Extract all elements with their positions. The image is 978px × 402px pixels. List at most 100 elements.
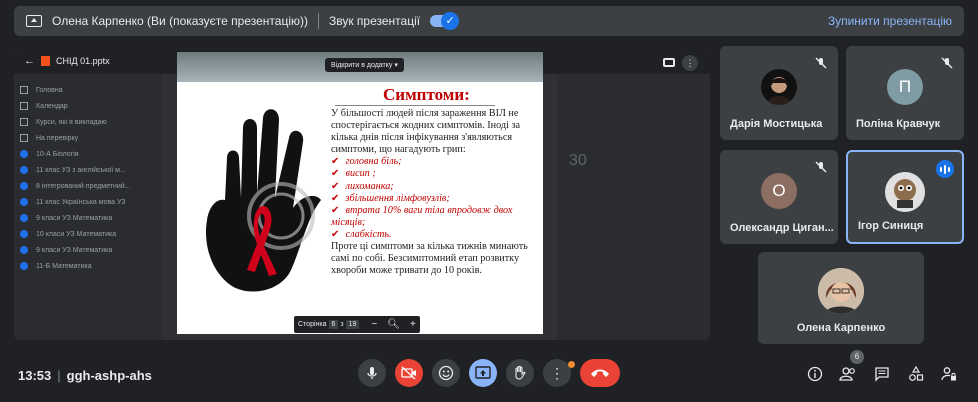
mic-off-icon	[815, 57, 827, 69]
avatar	[761, 69, 797, 106]
avatar-initial: П	[887, 69, 923, 106]
classroom-nav-label: Календар	[36, 102, 68, 110]
classroom-nav-item[interactable]: 8 інтегрований предметний...	[20, 178, 156, 194]
classroom-nav-label: Курси, які я викладаю	[36, 118, 107, 126]
open-with-label: Відкрити в додатку	[331, 62, 393, 69]
classroom-nav-item[interactable]: 11 клас Українська мова УЗ	[20, 194, 156, 210]
camera-off-button[interactable]	[395, 359, 423, 387]
classroom-nav-label: 10-А Біологія	[36, 150, 79, 158]
divider: |	[57, 368, 61, 383]
class-icon	[20, 214, 28, 222]
present-now-button[interactable]	[469, 359, 497, 387]
zoom-out-button[interactable]: −	[371, 319, 377, 330]
class-icon	[20, 262, 28, 270]
activities-button[interactable]	[907, 365, 925, 382]
classroom-nav-item[interactable]: Календар	[20, 98, 156, 114]
class-icon	[20, 182, 28, 190]
symptom-item: ✔ втрата 10% ваги тіла впродовж двох міся…	[331, 205, 531, 229]
classroom-nav-item[interactable]: 10-А Біологія	[20, 146, 156, 162]
check-icon: ✓	[441, 12, 460, 30]
back-arrow-icon[interactable]: ←	[24, 55, 35, 67]
symptom-text: втрата 10% ваги тіла впродовж двох місяц…	[331, 204, 513, 228]
camera-off-icon	[401, 366, 416, 380]
symptom-item: ✔ головна біль;	[331, 156, 531, 168]
symptom-text: збільшення лімфовузлів;	[345, 192, 450, 204]
presentation-sound-label: Звук презентації	[328, 14, 421, 28]
page-total: 19	[345, 320, 360, 329]
more-options-button[interactable]: ⋮	[543, 359, 571, 387]
calendar-icon	[20, 102, 28, 110]
participant-tile-active-speaker[interactable]: Ігор Синиця	[846, 150, 964, 244]
class-icon	[20, 246, 28, 254]
classroom-nav-label: 11 клас Українська мова УЗ	[36, 198, 126, 206]
symptom-text: слабкість.	[345, 228, 392, 240]
avatar-initial: О	[761, 173, 797, 210]
checkmark-icon: ✔	[331, 180, 340, 192]
classroom-nav-label: 9 класи УЗ Математика	[36, 246, 113, 254]
more-options-icon[interactable]: ⋮	[682, 55, 698, 71]
classroom-nav-item[interactable]: 11-Б Математика	[20, 258, 156, 274]
raise-hand-button[interactable]	[506, 359, 534, 387]
slide-title: Симптоми:	[383, 85, 470, 104]
divider	[317, 13, 319, 29]
speaking-indicator-icon	[936, 160, 954, 178]
people-button[interactable]	[839, 366, 857, 382]
participant-name: Олександр Циган...	[730, 222, 834, 234]
presenting-bar: Олена Карпенко (Ви (показуєте презентаці…	[14, 6, 964, 36]
zoom-in-button[interactable]: +	[410, 319, 416, 330]
page-separator: з	[340, 321, 344, 328]
presentation-sound-toggle[interactable]: ✓	[430, 12, 460, 30]
classroom-nav-item[interactable]: 11 клас УЗ з англійської м...	[20, 162, 156, 178]
mic-off-icon	[941, 57, 953, 69]
classroom-nav-item[interactable]: На перевірку	[20, 130, 156, 146]
classroom-nav-label: Головна	[36, 86, 63, 94]
classroom-nav-item[interactable]: 10 класи УЗ Математика	[20, 226, 156, 242]
page-label: Сторінка	[298, 321, 327, 328]
checkmark-icon: ✔	[331, 156, 340, 168]
call-end-icon	[591, 369, 609, 377]
more-vert-icon: ⋮	[550, 364, 564, 381]
symptom-text: висип ;	[345, 168, 376, 180]
meeting-details-button[interactable]	[806, 366, 824, 382]
microphone-button[interactable]	[358, 359, 386, 387]
chat-button[interactable]	[873, 366, 891, 382]
reactions-button[interactable]	[432, 359, 460, 387]
open-with-button[interactable]: Відкрити в додатку ▾	[325, 58, 404, 72]
file-name: СНІД 01.pptx	[56, 56, 110, 66]
chat-icon	[875, 367, 889, 382]
meeting-info: 13:53 | ggh-ashp-ahs	[18, 368, 152, 383]
hand-print-image	[205, 109, 321, 292]
present-screen-icon	[475, 366, 491, 379]
zoom-search-icon[interactable]: 🔍︎	[387, 319, 400, 330]
people-count-badge: 6	[850, 350, 864, 364]
info-icon	[807, 366, 823, 382]
participant-tile[interactable]: Дарія Мостицька	[720, 46, 838, 140]
participant-name: Ігор Синиця	[858, 220, 924, 232]
classroom-nav-item[interactable]: 9 класи УЗ Математика	[20, 242, 156, 258]
classroom-nav-label: 11-Б Математика	[36, 262, 92, 270]
lock-person-icon	[941, 367, 956, 381]
activities-icon	[909, 365, 924, 381]
class-icon	[20, 166, 28, 174]
host-controls-button[interactable]	[940, 366, 958, 382]
people-icon	[839, 367, 855, 381]
symptom-item: ✔ лихоманка;	[331, 181, 531, 193]
participant-tile[interactable]: П Поліна Кравчук	[846, 46, 964, 140]
slides-file-icon	[41, 56, 50, 66]
print-icon[interactable]	[663, 58, 675, 67]
checkmark-icon: ✔	[331, 168, 340, 180]
classroom-nav-item[interactable]: Курси, які я викладаю	[20, 114, 156, 130]
hand-icon	[515, 365, 526, 380]
participant-tile-self[interactable]: Олена Карпенко	[758, 252, 924, 344]
leave-call-button[interactable]	[580, 359, 620, 387]
meeting-time: 13:53	[18, 368, 52, 383]
meeting-controls-bar: 13:53 | ggh-ashp-ahs ⋮ 6	[0, 350, 978, 402]
page-current-input[interactable]: 6	[328, 320, 339, 329]
mic-off-icon	[815, 161, 827, 173]
symptom-text: лихоманка;	[345, 180, 394, 192]
classroom-nav-item[interactable]: 9 класи УЗ Математика	[20, 210, 156, 226]
stop-presenting-button[interactable]: Зупинити презентацію	[828, 14, 952, 28]
class-icon	[20, 150, 28, 158]
participant-tile[interactable]: О Олександр Циган...	[720, 150, 838, 244]
classroom-nav-item[interactable]: Головна	[20, 82, 156, 98]
